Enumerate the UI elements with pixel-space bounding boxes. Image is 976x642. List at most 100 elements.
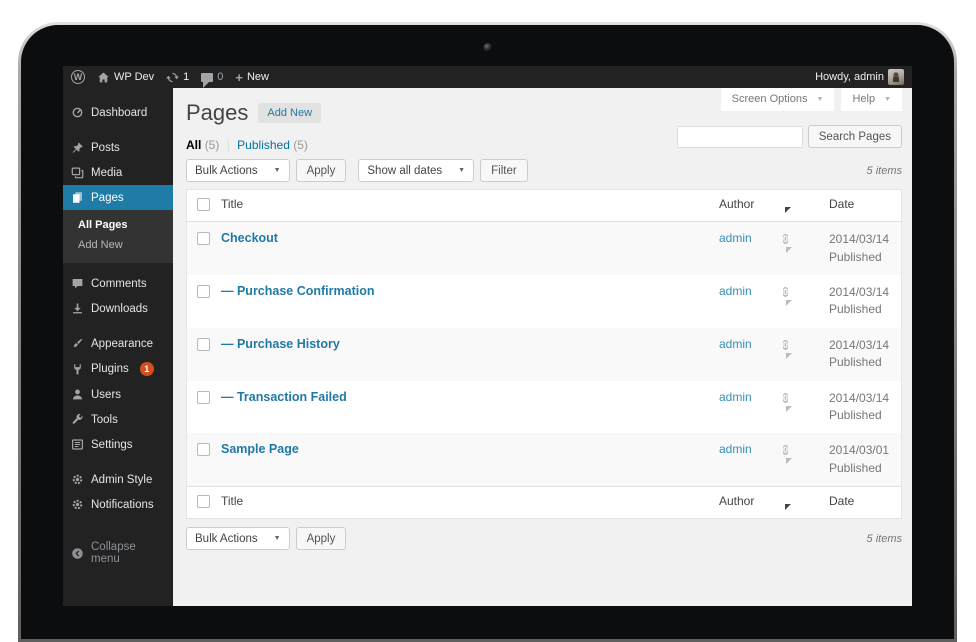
column-footer-author[interactable]: Author	[719, 487, 783, 515]
sidebar-item-plugins[interactable]: Plugins 1	[63, 356, 173, 382]
media-icon	[71, 166, 84, 179]
add-new-button[interactable]: Add New	[258, 103, 321, 123]
column-header-author[interactable]: Author	[719, 190, 783, 218]
author-link[interactable]: admin	[719, 390, 752, 404]
row-checkbox[interactable]	[197, 391, 210, 404]
table-row: Sample Page admin 0 2014/03/01 Published	[187, 433, 901, 486]
table-row: Checkout admin 0 2014/03/14 Published	[187, 222, 901, 275]
page-title: Pages	[186, 101, 248, 125]
help-tab[interactable]: Help ▼	[841, 88, 902, 111]
sidebar-item-label: Appearance	[91, 338, 153, 350]
apply-button[interactable]: Apply	[296, 159, 347, 182]
author-link[interactable]: admin	[719, 284, 752, 298]
search-pages-button[interactable]: Search Pages	[808, 125, 902, 148]
page-title-link[interactable]: Sample Page	[221, 442, 299, 456]
sidebar-item-admin-style[interactable]: Admin Style	[63, 467, 173, 492]
bulk-actions-select-bottom[interactable]: Bulk Actions ▼	[186, 527, 290, 550]
view-all-count: (5)	[205, 138, 220, 152]
howdy-text: Howdy, admin	[815, 71, 884, 83]
sidebar-item-label: Posts	[91, 142, 120, 154]
comment-count-bubble[interactable]: 0	[783, 393, 788, 403]
updates-link[interactable]: 1	[166, 71, 189, 84]
new-content-link[interactable]: + New	[235, 71, 269, 84]
sidebar-item-downloads[interactable]: Downloads	[63, 296, 173, 321]
row-checkbox[interactable]	[197, 285, 210, 298]
laptop-frame: W WP Dev 1 0 +	[18, 22, 957, 642]
comment-count-bubble[interactable]: 0	[783, 340, 788, 350]
page-date: 2014/03/14	[829, 390, 893, 407]
submenu-add-new[interactable]: Add New	[63, 235, 173, 255]
table-header-row: Title Author Date	[187, 190, 901, 222]
page-date: 2014/03/14	[829, 284, 893, 301]
avatar	[888, 69, 904, 85]
sidebar-item-posts[interactable]: Posts	[63, 135, 173, 160]
page-status: Published	[829, 301, 893, 318]
page-title-link[interactable]: — Purchase History	[221, 337, 340, 351]
filter-button[interactable]: Filter	[480, 159, 528, 182]
page-date: 2014/03/01	[829, 442, 893, 459]
pages-table: Title Author Date Checkout admin 0 2014	[186, 189, 902, 519]
view-published-link[interactable]: Published	[237, 138, 290, 152]
page-title-link[interactable]: — Purchase Confirmation	[221, 284, 375, 298]
site-name-link[interactable]: WP Dev	[97, 71, 154, 84]
bulk-actions-label: Bulk Actions	[195, 165, 258, 177]
page-title-link[interactable]: Checkout	[221, 231, 278, 245]
search-input[interactable]	[677, 126, 803, 148]
row-checkbox[interactable]	[197, 443, 210, 456]
comment-count-bubble[interactable]: 0	[783, 445, 788, 455]
items-count: 5 items	[867, 533, 902, 545]
view-published-count: (5)	[293, 138, 308, 152]
my-account-link[interactable]: Howdy, admin	[815, 69, 904, 85]
chevron-down-icon: ▼	[274, 535, 281, 542]
settings-icon	[71, 438, 84, 451]
select-all-checkbox[interactable]	[197, 495, 210, 508]
sidebar-item-pages[interactable]: Pages	[63, 185, 173, 210]
updates-icon	[166, 71, 179, 84]
sidebar-item-label: Notifications	[91, 499, 154, 511]
bulk-actions-select[interactable]: Bulk Actions ▼	[186, 159, 290, 182]
sidebar-item-tools[interactable]: Tools	[63, 407, 173, 432]
sidebar-item-notifications[interactable]: Notifications	[63, 492, 173, 517]
screen-options-tab[interactable]: Screen Options ▼	[721, 88, 835, 111]
view-all-link[interactable]: All	[186, 138, 201, 152]
comment-count-bubble[interactable]: 0	[783, 234, 788, 244]
comment-count-bubble[interactable]: 0	[783, 287, 788, 297]
author-link[interactable]: admin	[719, 231, 752, 245]
comments-link[interactable]: 0	[201, 71, 223, 83]
collapse-menu-button[interactable]: Collapse menu	[63, 535, 173, 571]
apply-button-bottom[interactable]: Apply	[296, 527, 347, 550]
author-link[interactable]: admin	[719, 442, 752, 456]
sidebar-item-label: Comments	[91, 278, 147, 290]
column-footer-date[interactable]: Date	[829, 487, 901, 515]
select-all-checkbox[interactable]	[197, 198, 210, 211]
table-row: — Transaction Failed admin 0 2014/03/14 …	[187, 381, 901, 434]
plugin-icon	[71, 363, 84, 376]
sidebar-item-comments[interactable]: Comments	[63, 271, 173, 296]
sidebar-item-label: Users	[91, 389, 121, 401]
sidebar-item-appearance[interactable]: Appearance	[63, 331, 173, 356]
bulk-actions-label: Bulk Actions	[195, 533, 258, 545]
author-link[interactable]: admin	[719, 337, 752, 351]
sidebar-item-settings[interactable]: Settings	[63, 432, 173, 457]
column-header-date[interactable]: Date	[829, 190, 901, 218]
top-toolbar: Bulk Actions ▼ Apply Show all dates ▼ Fi…	[186, 159, 902, 182]
page-title-link[interactable]: — Transaction Failed	[221, 390, 347, 404]
sidebar-item-label: Admin Style	[91, 474, 152, 486]
site-name: WP Dev	[114, 71, 154, 83]
row-checkbox[interactable]	[197, 232, 210, 245]
pages-submenu: All Pages Add New	[63, 210, 173, 263]
home-icon	[97, 71, 110, 84]
comment-bubble-icon	[201, 73, 213, 82]
row-checkbox[interactable]	[197, 338, 210, 351]
menu-separator	[63, 457, 173, 467]
column-header-title[interactable]: Title	[221, 190, 719, 218]
sidebar-item-users[interactable]: Users	[63, 382, 173, 407]
wordpress-logo-icon[interactable]: W	[71, 70, 85, 84]
sidebar-item-media[interactable]: Media	[63, 160, 173, 185]
sidebar-item-dashboard[interactable]: Dashboard	[63, 100, 173, 125]
dates-filter-select[interactable]: Show all dates ▼	[358, 159, 474, 182]
content-area: Screen Options ▼ Help ▼ Pages Add New Se…	[173, 88, 912, 606]
submenu-all-pages[interactable]: All Pages	[63, 215, 173, 235]
page-status: Published	[829, 249, 893, 266]
column-footer-title[interactable]: Title	[221, 487, 719, 515]
